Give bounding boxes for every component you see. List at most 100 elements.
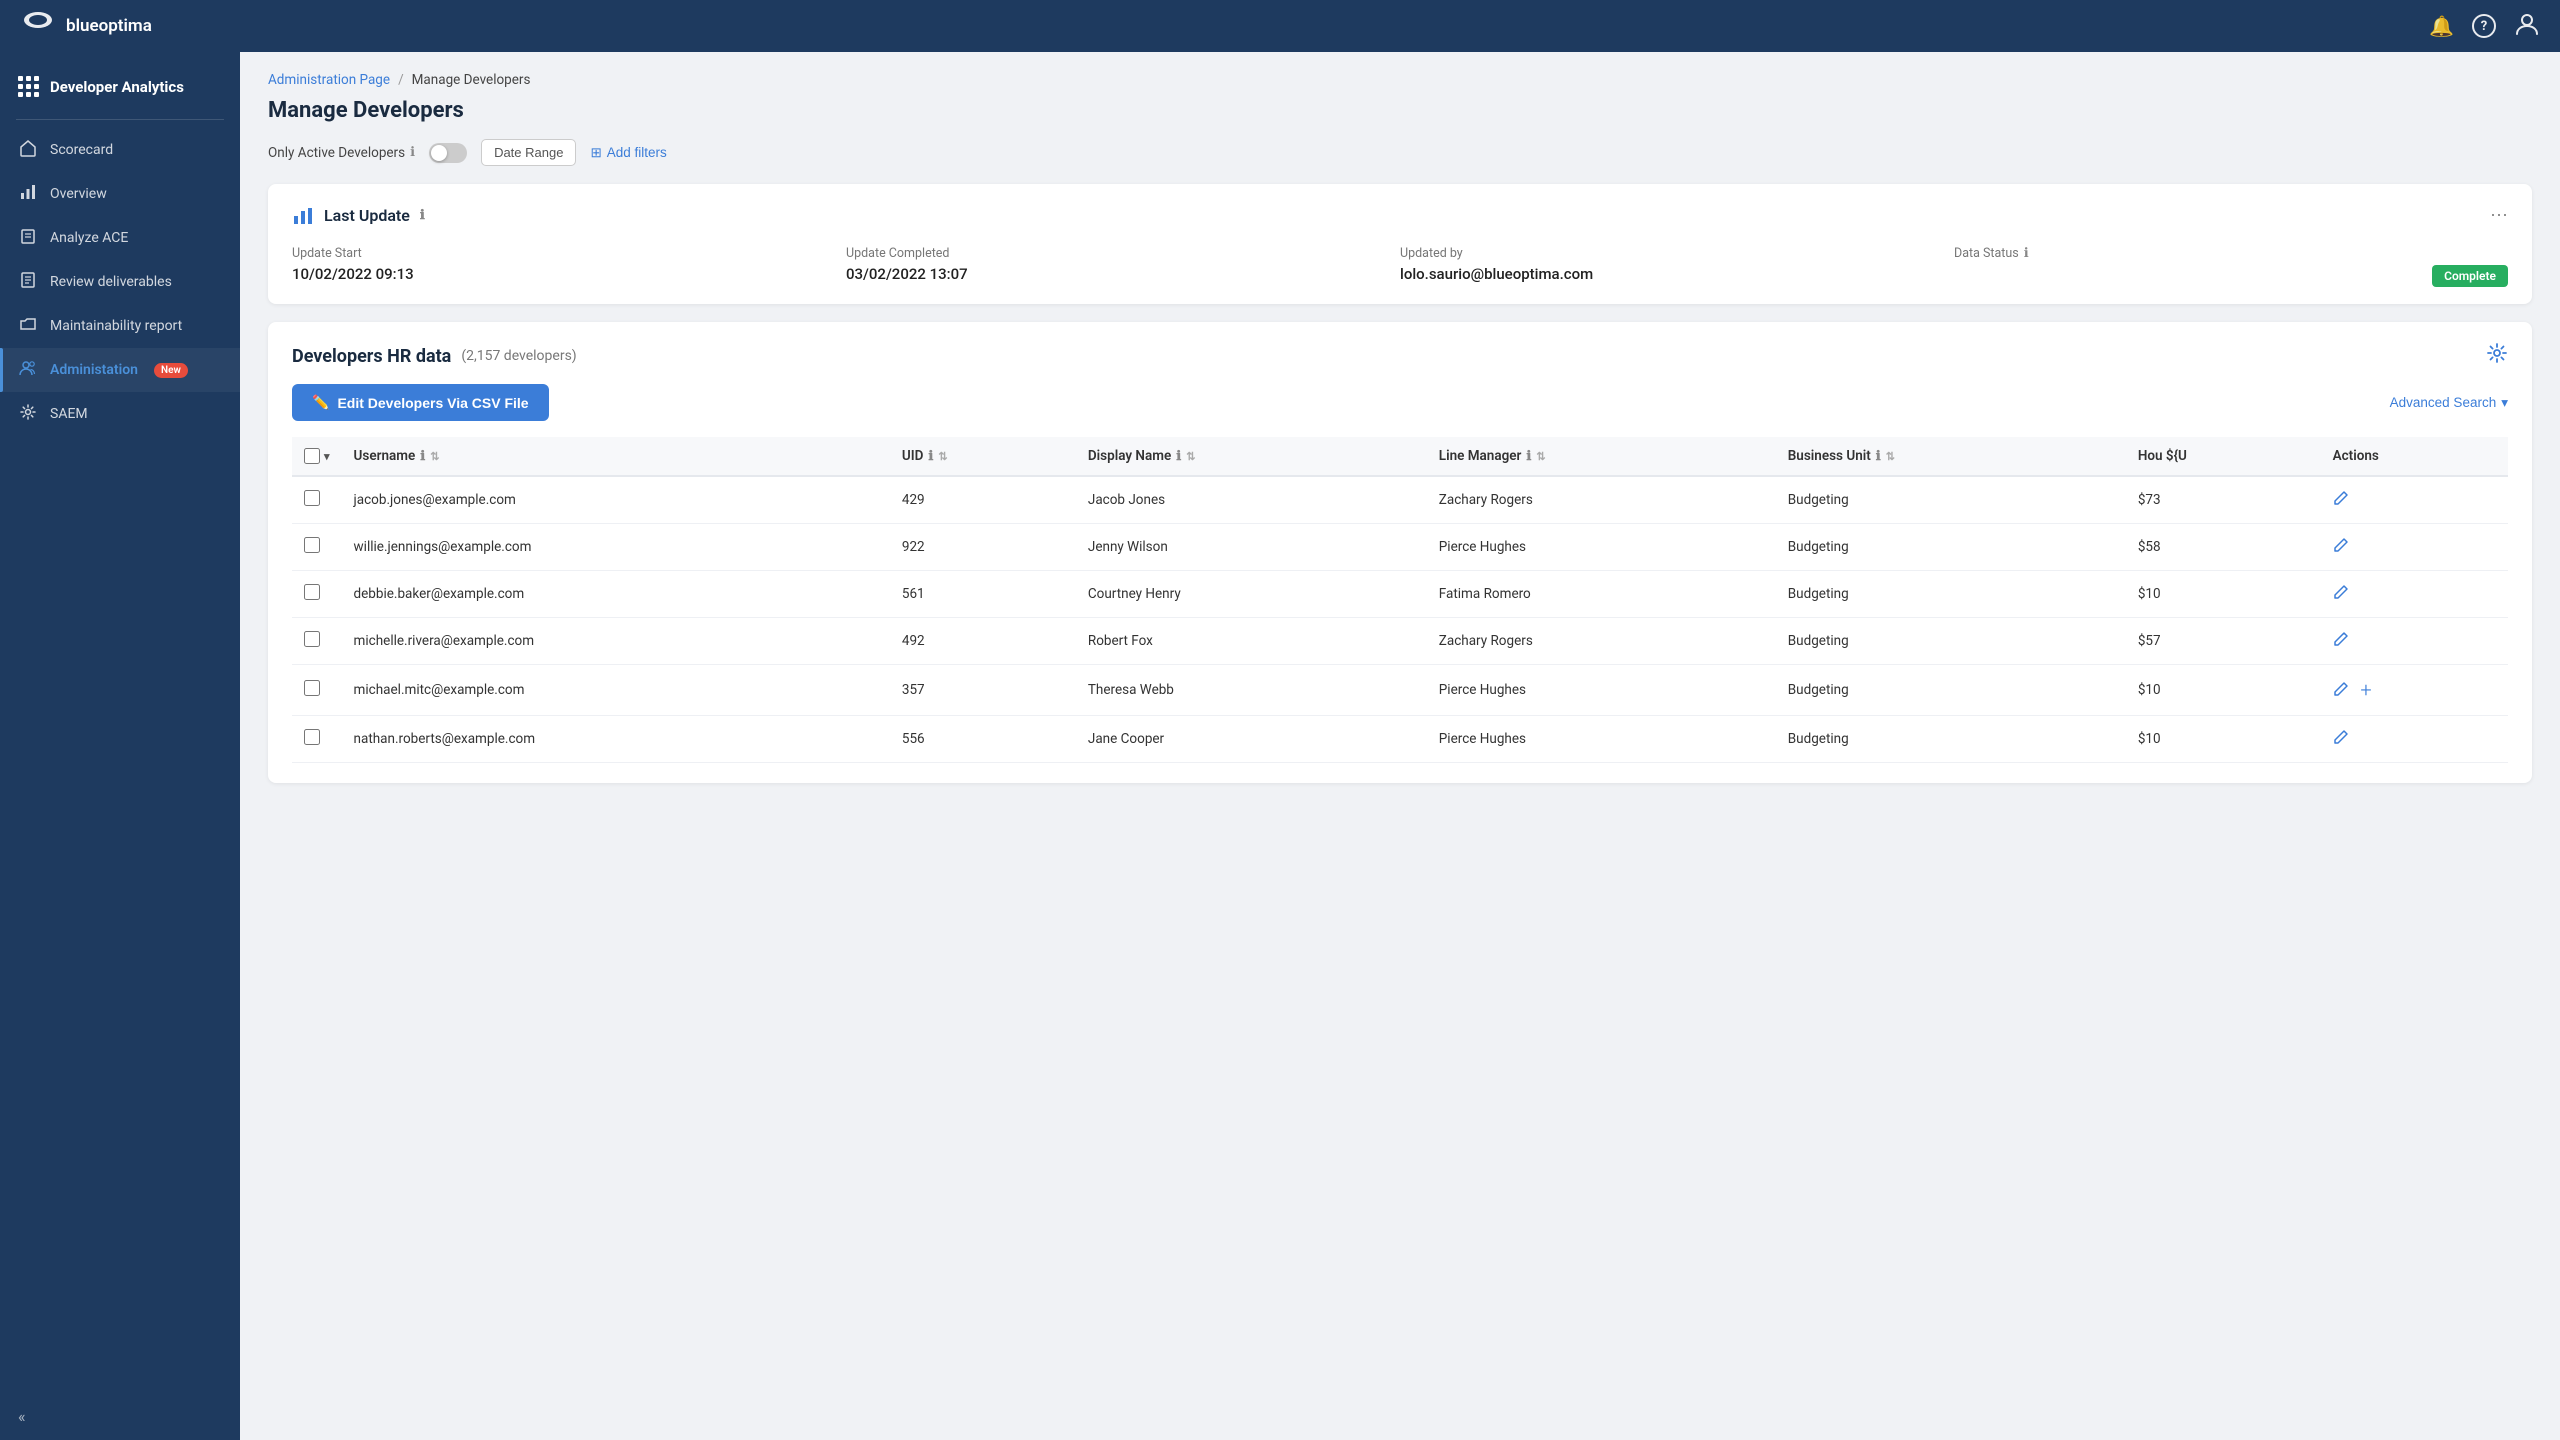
last-update-card: Last Update ℹ ⋯ Update Start 10/02/2022 … bbox=[268, 184, 2532, 304]
cell-business-unit: Budgeting bbox=[1776, 571, 2126, 618]
layout: Developer Analytics Scorecard Overview A… bbox=[0, 52, 2560, 1440]
display-name-sort-icon[interactable]: ⇅ bbox=[1186, 450, 1195, 463]
cell-username: jacob.jones@example.com bbox=[342, 476, 890, 524]
row-checkbox-5[interactable] bbox=[304, 729, 320, 745]
header-uid: UID ℹ ⇅ bbox=[890, 437, 1076, 476]
edit-row-icon-2[interactable] bbox=[2333, 586, 2349, 604]
notification-icon[interactable]: 🔔 bbox=[2429, 14, 2454, 38]
sidebar-item-administration[interactable]: Administation New bbox=[0, 348, 240, 392]
cell-actions bbox=[2321, 524, 2508, 571]
people-icon bbox=[18, 359, 38, 381]
sidebar-item-analyze-ace[interactable]: Analyze ACE bbox=[0, 216, 240, 260]
edit-icon: ✏️ bbox=[312, 394, 329, 411]
row-checkbox-0[interactable] bbox=[304, 490, 320, 506]
csv-button[interactable]: ✏️ Edit Developers Via CSV File bbox=[292, 384, 549, 421]
cell-display-name: Jenny Wilson bbox=[1076, 524, 1427, 571]
data-status-info-icon[interactable]: ℹ bbox=[2024, 246, 2029, 261]
sidebar-item-scorecard[interactable]: Scorecard bbox=[0, 128, 240, 172]
active-developers-toggle[interactable] bbox=[429, 143, 467, 163]
cell-line-manager: Zachary Rogers bbox=[1427, 618, 1776, 665]
line-manager-sort-icon[interactable]: ⇅ bbox=[1536, 450, 1545, 463]
edit-row-icon-4[interactable] bbox=[2333, 683, 2353, 701]
row-checkbox-cell bbox=[292, 476, 342, 524]
line-manager-info-icon[interactable]: ℹ bbox=[1526, 449, 1531, 464]
data-status-badge: Complete bbox=[2432, 265, 2508, 287]
sidebar-item-overview[interactable]: Overview bbox=[0, 172, 240, 216]
table-body: jacob.jones@example.com 429 Jacob Jones … bbox=[292, 476, 2508, 763]
sidebar-item-maintainability[interactable]: Maintainability report bbox=[0, 304, 240, 348]
active-developers-info-icon[interactable]: ℹ bbox=[410, 145, 415, 160]
topnav-icons: 🔔 ? bbox=[2429, 11, 2540, 42]
sidebar-label-scorecard: Scorecard bbox=[50, 142, 113, 158]
cell-line-manager: Pierce Hughes bbox=[1427, 524, 1776, 571]
select-all-checkbox[interactable] bbox=[304, 448, 320, 464]
edit-row-icon-0[interactable] bbox=[2333, 492, 2349, 510]
last-update-title: Last Update bbox=[324, 206, 410, 225]
cell-uid: 429 bbox=[890, 476, 1076, 524]
gear-icon bbox=[18, 403, 38, 425]
help-icon[interactable]: ? bbox=[2472, 14, 2496, 38]
header-line-manager: Line Manager ℹ ⇅ bbox=[1427, 437, 1776, 476]
edit-row-icon-1[interactable] bbox=[2333, 539, 2349, 557]
uid-sort-icon[interactable]: ⇅ bbox=[938, 450, 947, 463]
sidebar: Developer Analytics Scorecard Overview A… bbox=[0, 52, 240, 1440]
sidebar-label-overview: Overview bbox=[50, 186, 107, 202]
update-completed-value: 03/02/2022 13:07 bbox=[846, 265, 1400, 283]
cell-actions: + bbox=[2321, 665, 2508, 716]
home-icon bbox=[18, 139, 38, 161]
sidebar-item-saem[interactable]: SAEM bbox=[0, 392, 240, 436]
display-name-info-icon[interactable]: ℹ bbox=[1176, 449, 1181, 464]
last-update-info-icon[interactable]: ℹ bbox=[420, 208, 425, 223]
card-menu-icon[interactable]: ⋯ bbox=[2490, 205, 2508, 226]
row-checkbox-cell bbox=[292, 524, 342, 571]
edit-row-icon-5[interactable] bbox=[2333, 731, 2349, 749]
header-actions: Actions bbox=[2321, 437, 2508, 476]
select-all-chevron[interactable]: ▾ bbox=[324, 450, 330, 463]
user-icon[interactable] bbox=[2514, 11, 2540, 42]
business-unit-sort-icon[interactable]: ⇅ bbox=[1886, 450, 1895, 463]
chart-bar-icon bbox=[292, 204, 314, 226]
breadcrumb-separator: / bbox=[398, 72, 404, 88]
row-checkbox-1[interactable] bbox=[304, 537, 320, 553]
table-row: willie.jennings@example.com 922 Jenny Wi… bbox=[292, 524, 2508, 571]
cell-line-manager: Fatima Romero bbox=[1427, 571, 1776, 618]
settings-gear-button[interactable] bbox=[2486, 342, 2508, 370]
logo-text: blueoptima bbox=[66, 16, 152, 36]
row-checkbox-cell bbox=[292, 665, 342, 716]
updated-by-label: Updated by bbox=[1400, 246, 1954, 261]
section-title: Developers HR data (2,157 developers) bbox=[292, 346, 577, 367]
sidebar-label-analyze-ace: Analyze ACE bbox=[50, 230, 128, 246]
cell-business-unit: Budgeting bbox=[1776, 716, 2126, 763]
breadcrumb-parent[interactable]: Administration Page bbox=[268, 72, 390, 88]
edit-row-icon-3[interactable] bbox=[2333, 633, 2349, 651]
row-checkbox-4[interactable] bbox=[304, 680, 320, 696]
sidebar-label-saem: SAEM bbox=[50, 406, 88, 422]
collapse-icon: « bbox=[18, 1407, 26, 1426]
data-status-label: Data Status ℹ bbox=[1954, 246, 2508, 261]
advanced-search-button[interactable]: Advanced Search ▾ bbox=[2390, 395, 2508, 411]
row-checkbox-3[interactable] bbox=[304, 631, 320, 647]
row-checkbox-cell bbox=[292, 618, 342, 665]
date-range-button[interactable]: Date Range bbox=[481, 139, 576, 166]
cell-username: willie.jennings@example.com bbox=[342, 524, 890, 571]
table-row: jacob.jones@example.com 429 Jacob Jones … bbox=[292, 476, 2508, 524]
table-row: michael.mitc@example.com 357 Theresa Web… bbox=[292, 665, 2508, 716]
sidebar-item-review-deliverables[interactable]: Review deliverables bbox=[0, 260, 240, 304]
update-start-value: 10/02/2022 09:13 bbox=[292, 265, 846, 283]
data-status-stat: Data Status ℹ Complete bbox=[1954, 246, 2508, 284]
business-unit-info-icon[interactable]: ℹ bbox=[1876, 449, 1881, 464]
cell-username: michael.mitc@example.com bbox=[342, 665, 890, 716]
logo: blueoptima bbox=[20, 8, 152, 44]
table-header: ▾ Username ℹ ⇅ bbox=[292, 437, 2508, 476]
cell-uid: 492 bbox=[890, 618, 1076, 665]
username-sort-icon[interactable]: ⇅ bbox=[430, 450, 439, 463]
username-info-icon[interactable]: ℹ bbox=[420, 449, 425, 464]
folder-icon bbox=[18, 315, 38, 337]
add-filters-button[interactable]: ⊞ Add filters bbox=[590, 145, 666, 161]
sidebar-collapse-btn[interactable]: « bbox=[0, 1393, 240, 1440]
cell-display-name: Courtney Henry bbox=[1076, 571, 1427, 618]
uid-info-icon[interactable]: ℹ bbox=[928, 449, 933, 464]
row-checkbox-2[interactable] bbox=[304, 584, 320, 600]
add-row-icon-4[interactable]: + bbox=[2360, 678, 2371, 702]
page-title: Manage Developers bbox=[268, 98, 2532, 123]
